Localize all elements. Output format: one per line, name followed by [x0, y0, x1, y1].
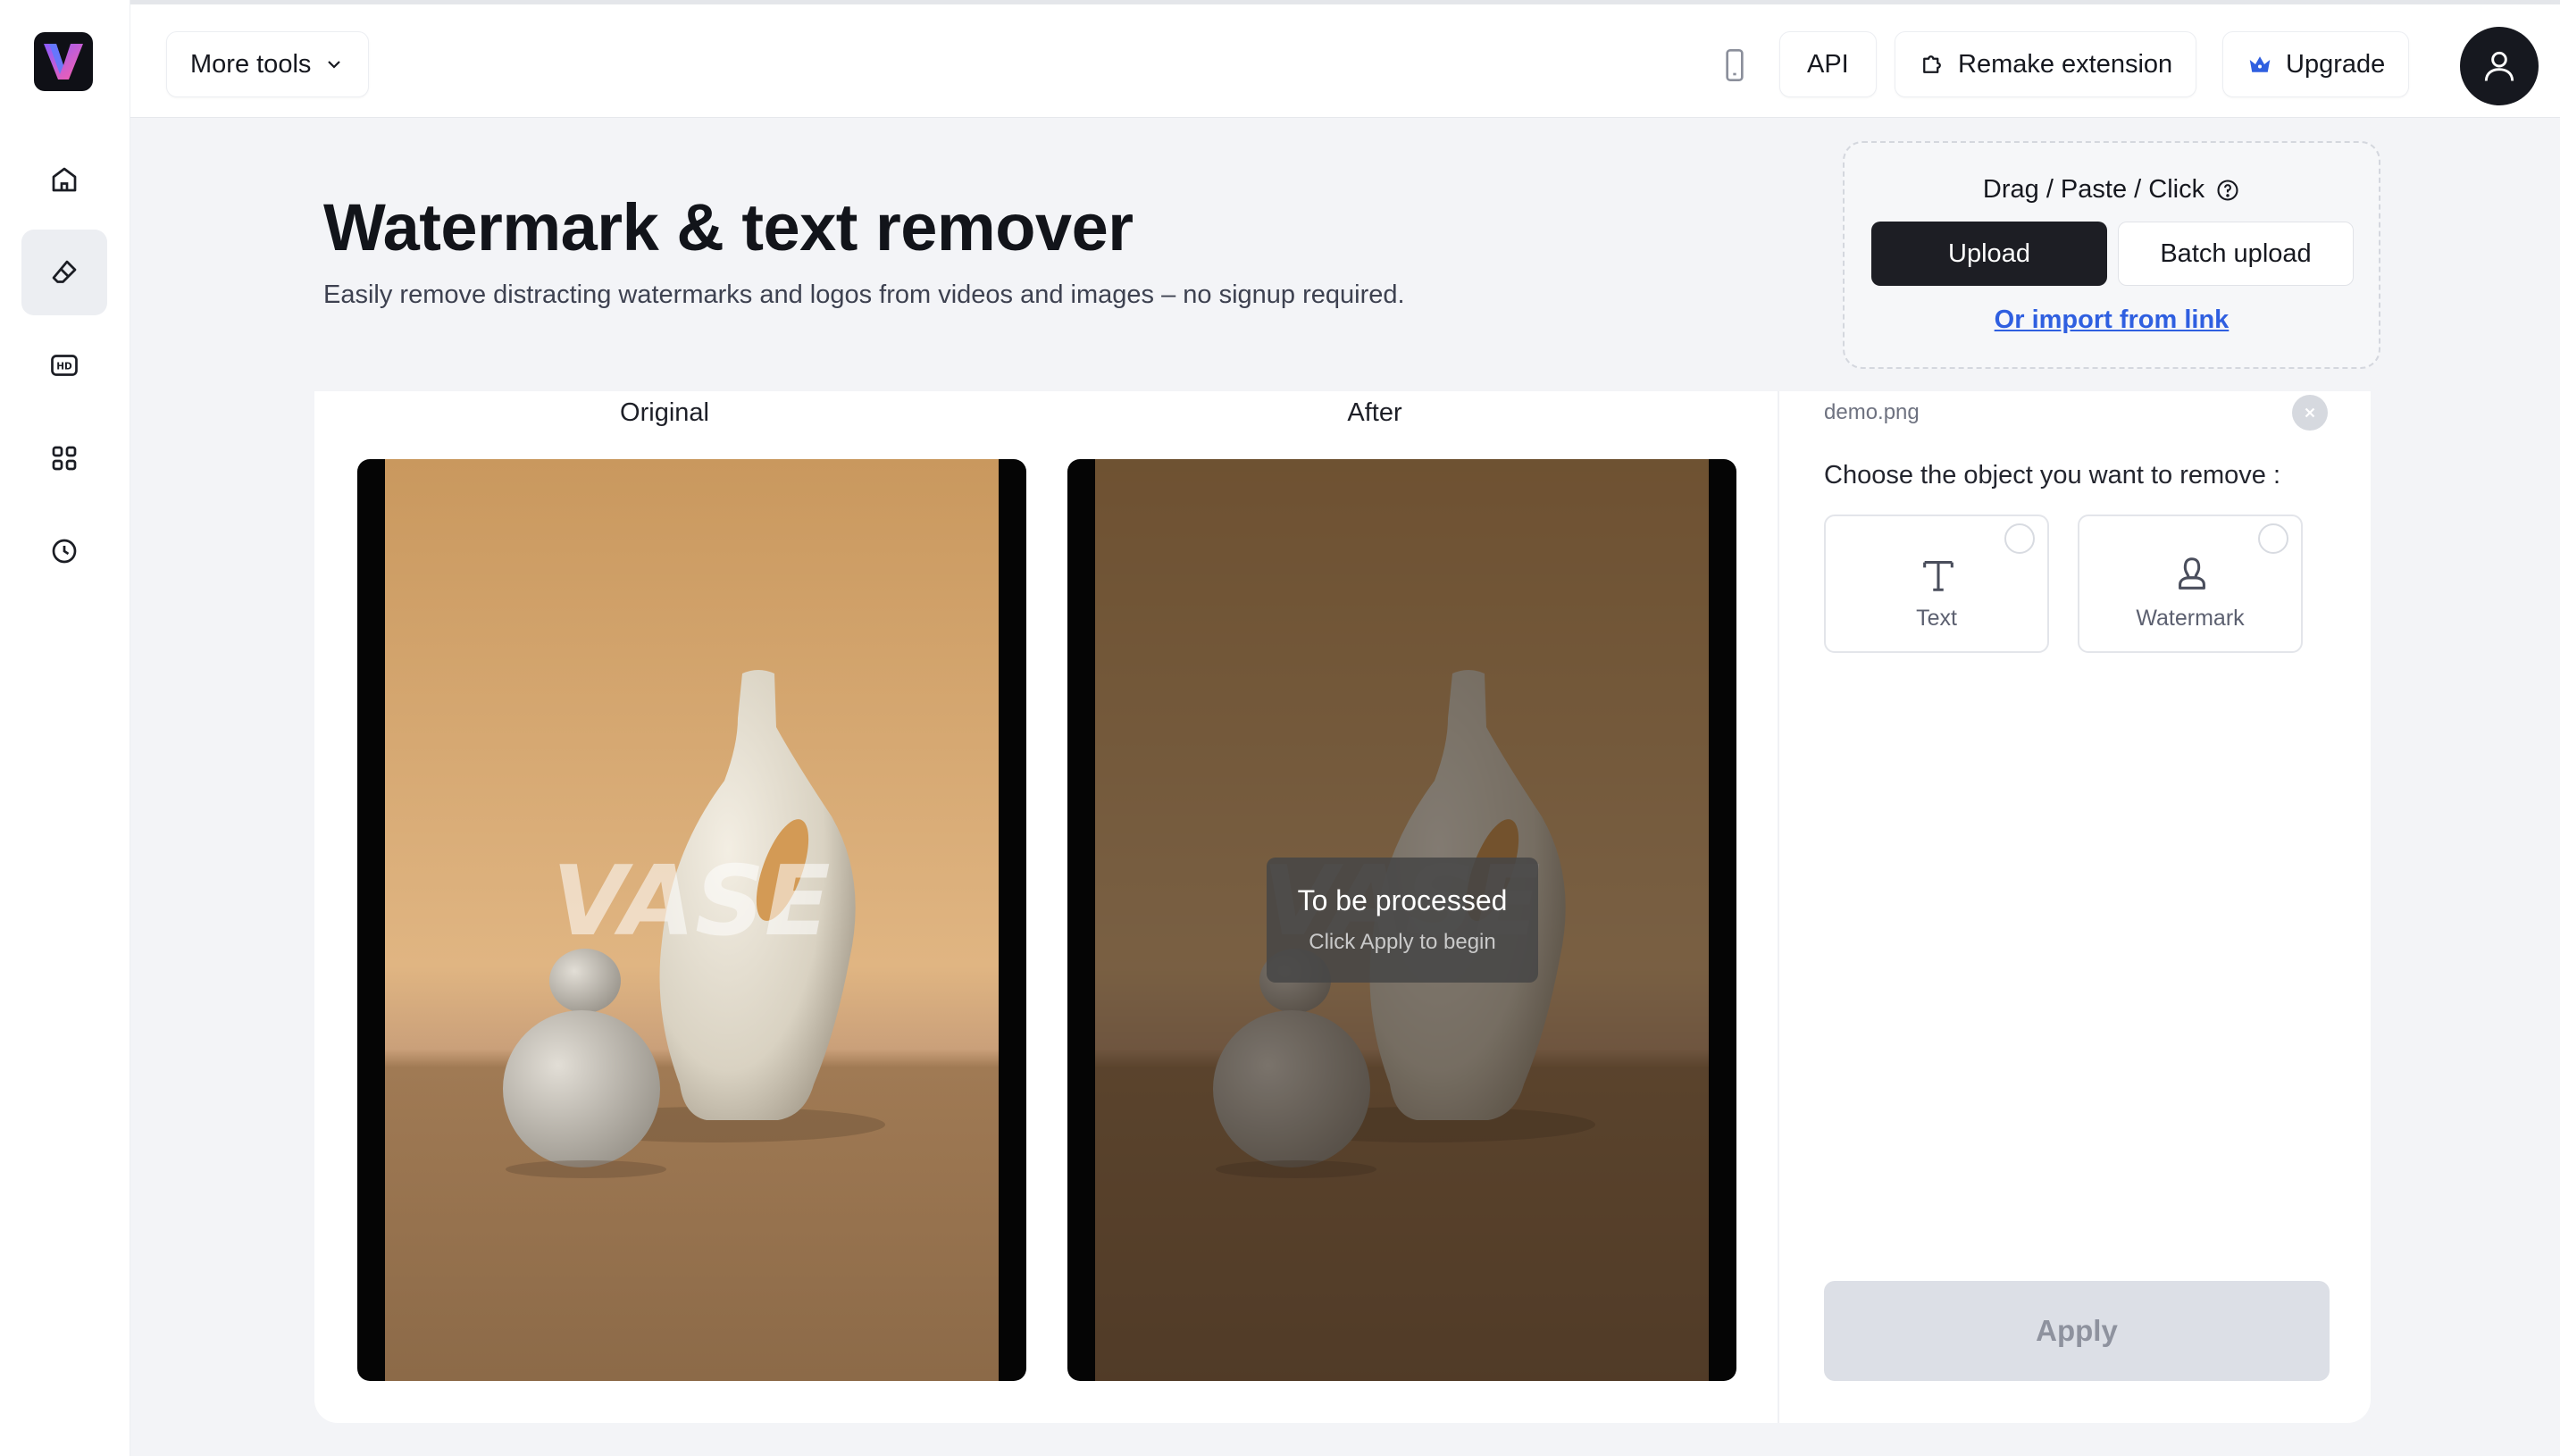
option-watermark-label: Watermark — [2136, 606, 2245, 631]
eraser-icon — [52, 260, 77, 283]
option-text-radio[interactable] — [2004, 523, 2035, 554]
top-bar: More tools API Remake extension Upgrade — [130, 0, 2560, 118]
more-tools-dropdown[interactable]: More tools — [166, 31, 370, 97]
drag-label: Drag / Paste / Click — [1982, 175, 2205, 204]
puzzle-icon — [1923, 55, 1941, 73]
import-from-link[interactable]: Or import from link — [1845, 305, 2379, 335]
sidebar-item-history[interactable] — [21, 508, 107, 594]
api-button[interactable]: API — [1779, 31, 1877, 97]
after-label: After — [1347, 398, 1402, 427]
file-name: demo.png — [1824, 400, 1920, 424]
watermark-icon — [2179, 557, 2205, 590]
upgrade-button[interactable]: Upgrade — [2222, 31, 2410, 97]
sidebar-item-home[interactable] — [21, 137, 107, 222]
option-watermark[interactable]: Watermark — [2078, 515, 2303, 653]
clock-icon — [52, 539, 77, 564]
processing-overlay: To be processed Click Apply to begin — [1267, 858, 1538, 983]
crown-icon — [2249, 56, 2271, 72]
home-icon — [52, 167, 77, 192]
remake-extension-button[interactable]: Remake extension — [1895, 31, 2197, 97]
option-watermark-radio[interactable] — [2258, 523, 2288, 554]
api-label: API — [1807, 49, 1849, 79]
hd-icon: HD — [51, 355, 78, 376]
choose-object-prompt: Choose the object you want to remove : — [1824, 461, 2281, 490]
panel-divider — [1778, 391, 1779, 1423]
option-text-label: Text — [1916, 606, 1957, 631]
overlay-hint: Click Apply to begin — [1309, 930, 1496, 954]
user-avatar[interactable] — [2460, 27, 2539, 105]
overlay-title: To be processed — [1297, 884, 1508, 916]
option-text[interactable]: Text — [1824, 515, 2049, 653]
sidebar-item-eraser[interactable] — [21, 230, 107, 315]
app-logo[interactable] — [34, 32, 93, 91]
original-label: Original — [620, 398, 709, 427]
drag-paste-click-row: Drag / Paste / Click — [1845, 175, 2379, 205]
original-image: VASE — [357, 459, 1026, 1381]
chevron-down-icon — [328, 61, 341, 69]
more-tools-label: More tools — [190, 49, 312, 79]
grid-icon — [52, 446, 77, 471]
mobile-icon[interactable] — [1717, 46, 1753, 85]
page-title: Watermark & text remover — [323, 190, 1134, 264]
upgrade-label: Upgrade — [2286, 49, 2386, 79]
sidebar-item-apps[interactable] — [21, 415, 107, 501]
sidebar: HD — [0, 0, 130, 1456]
svg-text:HD: HD — [56, 362, 72, 372]
help-icon[interactable] — [2215, 178, 2240, 203]
sidebar-item-hd[interactable]: HD — [21, 322, 107, 408]
user-icon — [2484, 51, 2514, 81]
remake-extension-label: Remake extension — [1958, 49, 2173, 79]
apply-button[interactable]: Apply — [1824, 1281, 2330, 1381]
text-icon — [1923, 561, 1953, 591]
original-photo: VASE — [385, 459, 999, 1381]
watermark-text: VASE — [552, 846, 830, 958]
close-icon — [2305, 407, 2315, 418]
batch-upload-button[interactable]: Batch upload — [2118, 222, 2354, 286]
upload-button[interactable]: Upload — [1871, 222, 2107, 286]
logo-v-mark — [44, 44, 83, 79]
editor-card: Original After VASE To be processed Clic… — [314, 391, 2371, 1423]
close-file-button[interactable] — [2292, 395, 2328, 431]
page-subtitle: Easily remove distracting watermarks and… — [323, 280, 1405, 309]
upload-dropzone[interactable]: Drag / Paste / Click Upload Batch upload… — [1843, 141, 2380, 369]
